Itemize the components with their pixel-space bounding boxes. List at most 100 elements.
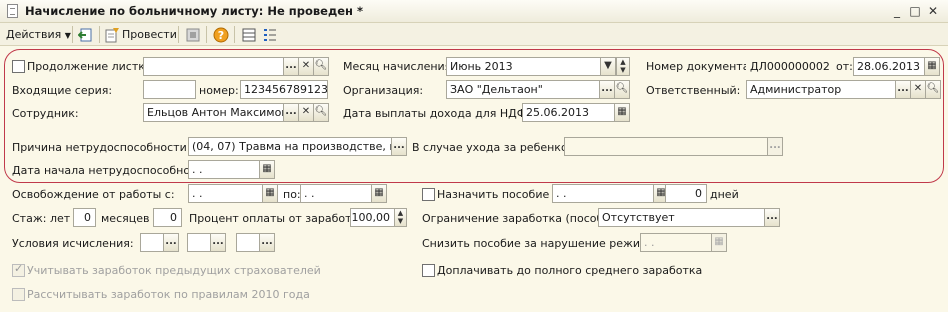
move-back-icon[interactable] bbox=[78, 27, 94, 43]
calendar-icon[interactable]: ▦ bbox=[262, 184, 278, 203]
condition-1-field[interactable] bbox=[140, 233, 165, 252]
incoming-series-label: Входящие серия: bbox=[12, 84, 113, 97]
topup-checkbox[interactable] bbox=[422, 264, 435, 277]
condition-2-select-button[interactable] bbox=[210, 233, 226, 252]
doc-number-field[interactable]: ДЛ000000002 bbox=[746, 57, 833, 76]
document-icon bbox=[7, 4, 18, 18]
search-icon[interactable]: 🔍︎ bbox=[313, 103, 329, 122]
percent-field[interactable]: 100,00 bbox=[350, 208, 395, 227]
actions-menu[interactable]: Действия ▼ bbox=[6, 26, 71, 43]
organization-field[interactable]: ЗАО "Дельтаон" bbox=[446, 80, 601, 99]
months-label: месяцев bbox=[101, 212, 150, 225]
doc-date-field[interactable]: 28.06.2013 bbox=[853, 57, 925, 76]
reason-select-button[interactable] bbox=[391, 137, 407, 156]
income-date-field[interactable]: 25.06.2013 bbox=[522, 103, 616, 122]
rules2010-label: Рассчитывать заработок по правилам 2010 … bbox=[27, 288, 310, 301]
condition-3-field[interactable] bbox=[236, 233, 261, 252]
condition-1-select-button[interactable] bbox=[163, 233, 179, 252]
continuation-label: Продолжение листка bbox=[27, 60, 152, 73]
toolbar-separator bbox=[178, 26, 179, 43]
toolbar-separator bbox=[99, 26, 100, 43]
organization-select-button[interactable] bbox=[599, 80, 615, 99]
search-icon[interactable]: 🔍︎ bbox=[313, 57, 329, 76]
continuation-field[interactable] bbox=[143, 57, 285, 76]
limit-select-button[interactable] bbox=[764, 208, 780, 227]
close-button[interactable]: ✕ bbox=[925, 3, 941, 19]
limit-label: Ограничение заработка (пособия): bbox=[422, 212, 626, 225]
reason-field[interactable]: (04, 07) Травма на производстве, проф bbox=[188, 137, 392, 156]
series-field[interactable] bbox=[143, 80, 196, 99]
topup-label: Доплачивать до полного среднего заработк… bbox=[437, 264, 703, 277]
rules2010-checkbox[interactable] bbox=[12, 288, 25, 301]
months-field[interactable]: 0 bbox=[153, 208, 182, 227]
calendar-icon[interactable]: ▦ bbox=[371, 184, 387, 203]
reduce-label: Снизить пособие за нарушение режима с: bbox=[422, 237, 669, 250]
conditions-label: Условия исчисления: bbox=[12, 237, 134, 250]
calendar-icon[interactable]: ▦ bbox=[924, 57, 940, 76]
start-date-label: Дата начала нетрудоспособности: bbox=[12, 164, 214, 177]
doc-number-label: Номер документа: bbox=[646, 60, 754, 73]
assign-benefit-label: Назначить пособие с: bbox=[437, 188, 563, 201]
continuation-select-button[interactable] bbox=[283, 57, 299, 76]
help-icon[interactable]: ? bbox=[213, 27, 229, 43]
clear-icon[interactable]: ✕ bbox=[298, 57, 314, 76]
percent-label: Процент оплаты от заработка: bbox=[189, 212, 369, 225]
number-field[interactable]: 123456789123 bbox=[240, 80, 328, 99]
chevron-down-icon[interactable]: ▼ bbox=[600, 57, 616, 76]
structure-icon[interactable] bbox=[185, 27, 201, 43]
number-label: номер: bbox=[199, 84, 239, 97]
percent-stepper[interactable]: ▲ ▼ bbox=[394, 208, 407, 227]
days-label: дней bbox=[710, 188, 739, 201]
assign-benefit-checkbox[interactable] bbox=[422, 188, 435, 201]
condition-2-field[interactable] bbox=[187, 233, 212, 252]
svg-text:?: ? bbox=[218, 29, 224, 42]
calendar-icon[interactable]: ▦ bbox=[711, 233, 727, 252]
employee-label: Сотрудник: bbox=[12, 107, 79, 120]
childcare-select-button[interactable] bbox=[767, 137, 783, 156]
limit-field[interactable]: Отсутствует bbox=[598, 208, 765, 227]
toolbar: Действия ▼ Провести ? bbox=[0, 23, 948, 46]
accrual-month-field[interactable]: Июнь 2013 bbox=[446, 57, 602, 76]
list-settings-icon[interactable] bbox=[262, 27, 278, 43]
window-title: Начисление по больничному листу: Не пров… bbox=[25, 4, 363, 18]
years-field[interactable]: 0 bbox=[73, 208, 96, 227]
search-icon[interactable]: 🔍︎ bbox=[614, 80, 630, 99]
continuation-checkbox[interactable] bbox=[12, 60, 25, 73]
date-from-label: от: bbox=[836, 60, 853, 73]
employee-select-button[interactable] bbox=[283, 103, 299, 122]
organization-label: Организация: bbox=[343, 84, 424, 97]
clear-icon[interactable]: ✕ bbox=[298, 103, 314, 122]
maximize-button[interactable]: □ bbox=[907, 3, 923, 19]
prev-insurers-label: Учитывать заработок предыдущих страховат… bbox=[27, 264, 321, 277]
employee-field[interactable]: Ельцов Антон Максимович bbox=[143, 103, 285, 122]
calendar-icon[interactable]: ▦ bbox=[614, 103, 630, 122]
experience-years-label: Стаж: лет bbox=[12, 212, 71, 225]
start-date-field[interactable]: . . bbox=[188, 160, 261, 179]
assign-date-field[interactable]: . . bbox=[552, 184, 655, 203]
calendar-icon[interactable]: ▦ bbox=[259, 160, 275, 179]
minimize-button[interactable]: _ bbox=[889, 3, 905, 19]
income-date-label: Дата выплаты дохода для НДФЛ: bbox=[343, 107, 539, 120]
release-label: Освобождение от работы с: bbox=[12, 188, 175, 201]
accrual-month-label: Месяц начисления: bbox=[343, 60, 455, 73]
table-icon[interactable] bbox=[241, 27, 257, 43]
toolbar-separator bbox=[234, 26, 235, 43]
post-icon bbox=[105, 28, 119, 43]
to-label: по: bbox=[283, 188, 301, 201]
month-stepper[interactable]: ▲ ▼ bbox=[616, 57, 630, 76]
search-icon[interactable]: 🔍︎ bbox=[925, 80, 941, 99]
reduce-date-field[interactable]: . . bbox=[640, 233, 713, 252]
post-button[interactable]: Провести bbox=[122, 26, 177, 43]
responsible-select-button[interactable] bbox=[895, 80, 911, 99]
childcare-label: В случае ухода за ребенком: bbox=[412, 141, 580, 154]
prev-insurers-checkbox[interactable] bbox=[12, 262, 25, 277]
release-to-field[interactable]: . . bbox=[300, 184, 373, 203]
clear-icon[interactable]: ✕ bbox=[910, 80, 926, 99]
actions-label: Действия bbox=[6, 28, 62, 41]
responsible-field[interactable]: Администратор bbox=[746, 80, 896, 99]
responsible-label: Ответственный: bbox=[646, 84, 741, 97]
childcare-field[interactable] bbox=[564, 137, 768, 156]
days-field[interactable]: 0 bbox=[665, 184, 707, 203]
title-bar: Начисление по больничному листу: Не пров… bbox=[0, 0, 948, 23]
condition-3-select-button[interactable] bbox=[259, 233, 275, 252]
